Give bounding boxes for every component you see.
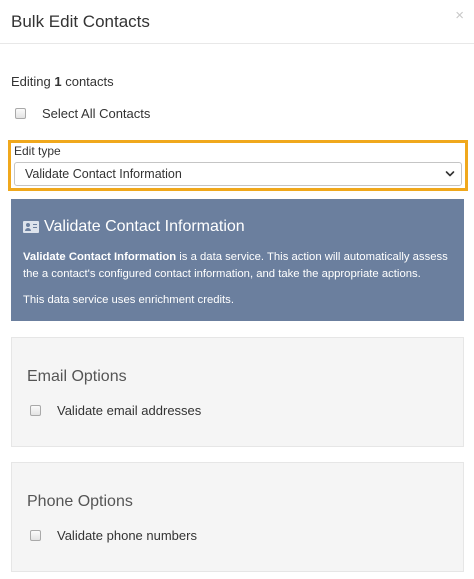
select-all-checkbox[interactable] [15, 108, 26, 119]
select-all-label[interactable]: Select All Contacts [42, 106, 150, 121]
close-icon[interactable]: × [455, 8, 464, 23]
service-info-panel: Validate Contact Information Validate Co… [11, 199, 464, 321]
validate-phone-label[interactable]: Validate phone numbers [57, 528, 197, 543]
phone-options-title: Phone Options [27, 493, 133, 510]
editing-suffix: contacts [61, 74, 114, 89]
validate-phone-checkbox[interactable] [30, 530, 41, 541]
validate-email-checkbox[interactable] [30, 405, 41, 416]
phone-options-panel: Phone Options Validate phone numbers [11, 462, 464, 572]
service-info-description: Validate Contact Information is a data s… [23, 249, 453, 283]
edit-type-highlight: Edit type Validate Contact Information [8, 140, 468, 191]
edit-type-selected-value[interactable]: Validate Contact Information [25, 167, 182, 181]
service-info-desc-bold: Validate Contact Information [23, 251, 177, 263]
service-info-title-row: Validate Contact Information [23, 218, 245, 236]
email-options-title: Email Options [27, 368, 127, 385]
contact-card-icon [23, 221, 39, 233]
editing-count-text: Editing 1 contacts [11, 74, 114, 89]
editing-count: 1 [54, 74, 62, 89]
modal-header: Bulk Edit Contacts × [0, 0, 474, 44]
edit-type-label: Edit type [14, 144, 61, 158]
edit-type-select[interactable]: Validate Contact Information [14, 162, 462, 186]
editing-prefix: Editing [11, 74, 55, 89]
validate-email-row[interactable]: Validate email addresses [30, 403, 201, 418]
service-info-title: Validate Contact Information [44, 218, 245, 235]
validate-phone-row[interactable]: Validate phone numbers [30, 528, 197, 543]
chevron-down-icon[interactable] [445, 169, 455, 179]
service-info-note: This data service uses enrichment credit… [23, 294, 234, 306]
validate-email-label[interactable]: Validate email addresses [57, 403, 201, 418]
email-options-panel: Email Options Validate email addresses [11, 337, 464, 447]
select-all-row[interactable]: Select All Contacts [15, 106, 150, 121]
modal-title: Bulk Edit Contacts [11, 12, 150, 31]
